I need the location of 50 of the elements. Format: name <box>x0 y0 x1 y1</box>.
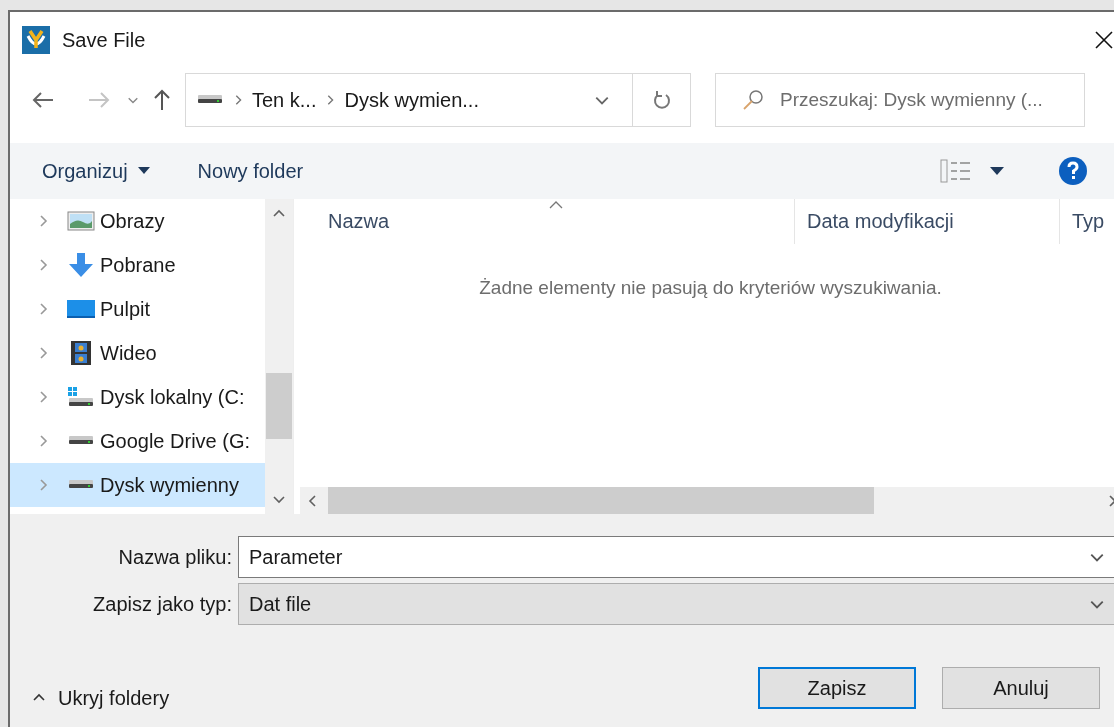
column-header[interactable]: Nazwa <box>300 199 794 244</box>
column-header[interactable]: Typ <box>1059 199 1114 244</box>
address-bar[interactable]: Ten k... Dysk wymien... <box>185 73 691 127</box>
close-icon[interactable] <box>1094 30 1114 50</box>
field-label: Zapisz jako typ: <box>92 592 232 617</box>
breadcrumb[interactable]: Dysk wymien... <box>344 85 479 115</box>
empty-folder-message: Żadne elementy nie pasują do kryteriów wyszukiwania. <box>479 276 942 300</box>
up-arrow-icon[interactable] <box>153 89 171 111</box>
app-logo-icon <box>22 26 50 54</box>
system-drive-icon <box>67 385 95 409</box>
navigation-pane-item[interactable]: Pobrane <box>10 243 265 287</box>
hide-folders-button[interactable]: Ukryj foldery <box>32 683 170 713</box>
column-header[interactable]: Data modyfikacji <box>794 199 1059 244</box>
back-arrow-icon[interactable] <box>32 91 54 109</box>
caret-icon <box>137 167 150 175</box>
refresh-icon <box>651 89 672 111</box>
scrollbar-thumb[interactable] <box>266 373 292 439</box>
file-name-field[interactable]: Parameter <box>238 536 1114 578</box>
search-field[interactable]: Przeszukaj: Dysk wymienny (... <box>715 73 1085 127</box>
window-title: Save File <box>62 28 146 53</box>
breadcrumb[interactable]: Ten k... <box>252 85 317 115</box>
file-type-dropdown[interactable]: Dat file <box>238 583 1114 625</box>
horizontal-scrollbar[interactable] <box>300 487 1114 514</box>
view-options-icon[interactable] <box>940 159 972 183</box>
field-label: Nazwa pliku: <box>117 545 232 570</box>
sort-ascending-icon <box>549 201 563 209</box>
new-folder-button[interactable]: Nowy folder <box>197 156 304 186</box>
scrollbar-thumb[interactable] <box>328 487 874 514</box>
organize-menu-button[interactable]: Organizuj <box>42 156 150 186</box>
navigation-pane-item[interactable]: Pulpit <box>10 287 265 331</box>
navigation-pane-item[interactable]: Wideo <box>10 331 265 375</box>
search-icon <box>742 89 764 111</box>
picture-folder-icon <box>67 210 95 232</box>
navigation-pane-item[interactable]: Google Drive (G: <box>10 419 265 463</box>
search-input[interactable]: Przeszukaj: Dysk wymienny (... <box>780 85 1080 115</box>
help-icon[interactable] <box>1058 156 1088 186</box>
vertical-scrollbar[interactable] <box>265 199 293 514</box>
download-arrow-icon <box>67 252 95 278</box>
desktop-icon <box>66 298 96 320</box>
navigation-pane-item[interactable]: Dysk lokalny (C: <box>10 375 265 419</box>
drive-icon <box>196 94 224 106</box>
navigation-pane-item[interactable]: Dysk wymienny <box>10 463 265 507</box>
dialog-button[interactable]: Anuluj <box>942 667 1100 709</box>
drive-icon <box>67 435 95 447</box>
caret-icon[interactable] <box>990 166 1004 176</box>
dialog-button[interactable]: Zapisz <box>758 667 916 709</box>
drive-icon <box>67 479 95 491</box>
forward-arrow-icon[interactable] <box>88 91 110 109</box>
navigation-pane-item[interactable]: Obrazy <box>10 199 265 243</box>
file-name-input[interactable]: Parameter <box>249 542 1089 572</box>
